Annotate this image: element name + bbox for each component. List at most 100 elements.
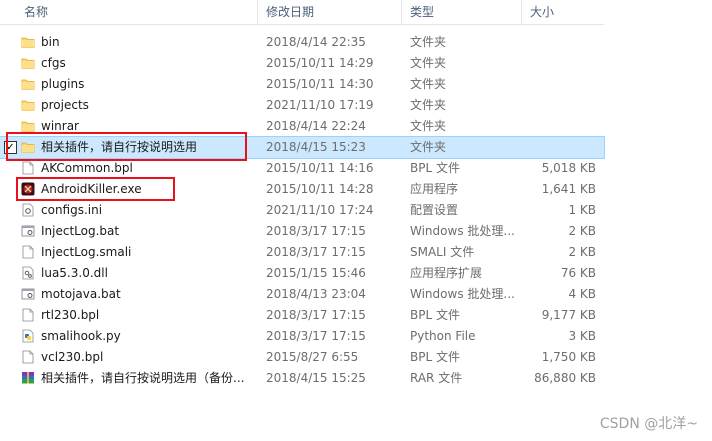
column-header-type[interactable]: 类型 xyxy=(402,0,522,24)
file-name: cfgs xyxy=(41,56,66,70)
file-type: 文件夹 xyxy=(410,35,447,49)
file-name: InjectLog.smali xyxy=(41,245,132,259)
file-type: BPL 文件 xyxy=(410,161,460,175)
file-modified-date: 2018/3/17 17:15 xyxy=(266,224,366,238)
folder-icon xyxy=(21,98,35,112)
file-row[interactable]: projects 2021/11/10 17:19 文件夹 xyxy=(0,95,604,116)
file-name: AndroidKiller.exe xyxy=(41,182,142,196)
file-type: 文件夹 xyxy=(410,56,447,70)
file-row[interactable]: rtl230.bpl 2018/3/17 17:15 BPL 文件 9,177 KB xyxy=(0,305,604,326)
dll-file-icon xyxy=(21,266,35,280)
bpl-file-icon xyxy=(21,161,35,175)
rar-archive-icon xyxy=(21,371,35,385)
column-header-size[interactable]: 大小 xyxy=(522,0,604,24)
file-list: bin 2018/4/14 22:35 文件夹 cfgs 2015/10/11 14:2… xyxy=(0,32,605,389)
file-row[interactable]: 相关插件，请自行按说明选用（备份... 2018/4/15 15:25 RAR 文件… xyxy=(0,368,604,389)
androidkiller-app-icon xyxy=(21,182,35,196)
file-size: 2 KB xyxy=(568,245,596,259)
file-row[interactable]: AndroidKiller.exe 2015/10/11 14:28 应用程序 1,6… xyxy=(0,179,604,200)
file-size: 1,750 KB xyxy=(541,350,596,364)
file-type: 文件夹 xyxy=(410,77,447,91)
file-name: 相关插件，请自行按说明选用 xyxy=(41,140,198,154)
smali-file-icon xyxy=(21,245,35,259)
file-name: projects xyxy=(41,98,89,112)
folder-icon xyxy=(21,77,35,91)
file-modified-date: 2015/10/11 14:29 xyxy=(266,56,374,70)
file-name: vcl230.bpl xyxy=(41,350,104,364)
file-name: plugins xyxy=(41,77,85,91)
file-size: 86,880 KB xyxy=(534,371,596,385)
file-row[interactable]: AKCommon.bpl 2015/10/11 14:16 BPL 文件 5,018 … xyxy=(0,158,604,179)
file-row[interactable]: bin 2018/4/14 22:35 文件夹 xyxy=(0,32,604,53)
file-modified-date: 2021/11/10 17:24 xyxy=(266,203,374,217)
file-size xyxy=(520,137,596,158)
file-row[interactable]: cfgs 2015/10/11 14:29 文件夹 xyxy=(0,53,604,74)
file-size: 1,641 KB xyxy=(541,182,596,196)
file-row[interactable]: configs.ini 2021/11/10 17:24 配置设置 1 KB xyxy=(0,200,604,221)
file-row[interactable]: vcl230.bpl 2015/8/27 6:55 BPL 文件 1,750 KB xyxy=(0,347,604,368)
file-size: 2 KB xyxy=(568,224,596,238)
file-name: InjectLog.bat xyxy=(41,224,120,238)
column-header-date[interactable]: 修改日期 xyxy=(258,0,402,24)
file-row[interactable]: motojava.bat 2018/4/13 23:04 Windows 批处理..… xyxy=(0,284,604,305)
file-row[interactable]: InjectLog.smali 2018/3/17 17:15 SMALI 文件 2 … xyxy=(0,242,604,263)
column-header-bar: ^ 名称 修改日期 类型 大小 xyxy=(0,0,604,25)
file-name: winrar xyxy=(41,119,79,133)
file-row[interactable]: InjectLog.bat 2018/3/17 17:15 Windows 批处理.… xyxy=(0,221,604,242)
file-modified-date: 2018/3/17 17:15 xyxy=(266,329,366,343)
folder-icon xyxy=(21,119,35,133)
file-size xyxy=(520,95,596,116)
file-size: 9,177 KB xyxy=(541,308,596,322)
file-size xyxy=(520,74,596,95)
file-row[interactable]: ✓ 相关插件，请自行按说明选用 2018/4/15 15:23 文件夹 xyxy=(0,136,605,159)
file-modified-date: 2018/4/15 15:23 xyxy=(266,140,366,154)
file-modified-date: 2021/11/10 17:19 xyxy=(266,98,374,112)
file-modified-date: 2015/10/11 14:28 xyxy=(266,182,374,196)
file-type: Windows 批处理... xyxy=(410,287,515,301)
file-row[interactable]: lua5.3.0.dll 2015/1/15 15:46 应用程序扩展 76 KB xyxy=(0,263,604,284)
file-modified-date: 2015/10/11 14:30 xyxy=(266,77,374,91)
file-name: AKCommon.bpl xyxy=(41,161,133,175)
python-file-icon xyxy=(21,329,35,343)
file-size: 76 KB xyxy=(560,266,596,280)
file-row[interactable]: winrar 2018/4/14 22:24 文件夹 xyxy=(0,116,604,137)
folder-icon xyxy=(21,35,35,49)
watermark: CSDN @北洋~ xyxy=(599,416,698,432)
row-checkbox[interactable]: ✓ xyxy=(4,141,17,154)
file-type: 配置设置 xyxy=(410,203,459,217)
file-name: bin xyxy=(41,35,60,49)
file-type: 文件夹 xyxy=(410,119,447,133)
bpl-file-icon xyxy=(21,350,35,364)
file-name: motojava.bat xyxy=(41,287,121,301)
column-header-name[interactable]: 名称 xyxy=(16,0,258,24)
file-type: 应用程序扩展 xyxy=(410,266,483,280)
file-modified-date: 2015/8/27 6:55 xyxy=(266,350,359,364)
file-modified-date: 2018/4/15 15:25 xyxy=(266,371,366,385)
file-modified-date: 2018/4/14 22:35 xyxy=(266,35,366,49)
file-type: BPL 文件 xyxy=(410,350,460,364)
file-modified-date: 2015/10/11 14:16 xyxy=(266,161,374,175)
file-size: 4 KB xyxy=(568,287,596,301)
file-name: 相关插件，请自行按说明选用（备份... xyxy=(41,371,245,385)
file-modified-date: 2018/4/13 23:04 xyxy=(266,287,366,301)
bat-file-icon xyxy=(21,224,35,238)
file-type: 文件夹 xyxy=(410,140,447,154)
file-name: lua5.3.0.dll xyxy=(41,266,108,280)
bpl-file-icon xyxy=(21,308,35,322)
file-name: smalihook.py xyxy=(41,329,121,343)
bat-file-icon xyxy=(21,287,35,301)
file-type: Windows 批处理... xyxy=(410,224,515,238)
file-name: rtl230.bpl xyxy=(41,308,100,322)
file-row[interactable]: plugins 2015/10/11 14:30 文件夹 xyxy=(0,74,604,95)
file-size xyxy=(520,32,596,53)
file-type: 文件夹 xyxy=(410,98,447,112)
file-row[interactable]: smalihook.py 2018/3/17 17:15 Python File 3 … xyxy=(0,326,604,347)
folder-icon xyxy=(21,56,35,70)
file-type: RAR 文件 xyxy=(410,371,463,385)
file-modified-date: 2018/3/17 17:15 xyxy=(266,245,366,259)
file-modified-date: 2018/4/14 22:24 xyxy=(266,119,366,133)
file-size xyxy=(520,116,596,137)
file-size: 5,018 KB xyxy=(541,161,596,175)
file-size xyxy=(520,53,596,74)
file-type: Python File xyxy=(410,329,476,343)
